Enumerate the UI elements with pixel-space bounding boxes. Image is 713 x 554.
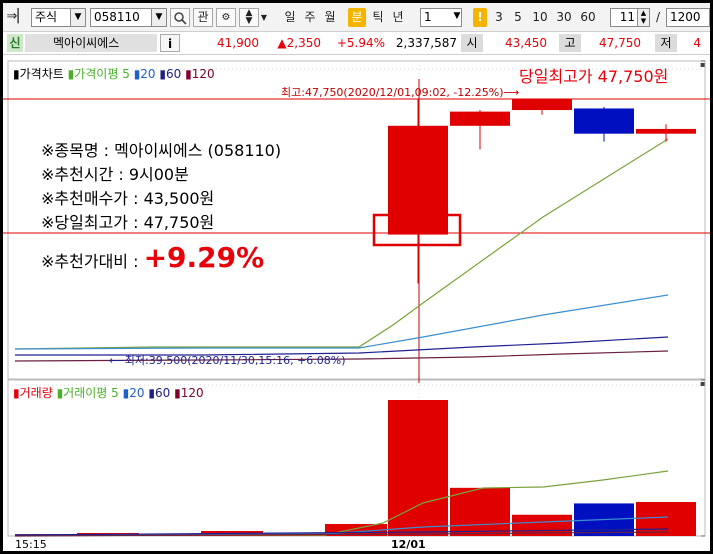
watch-button[interactable]: 관 xyxy=(193,8,213,27)
preset-10[interactable]: 10 xyxy=(531,8,549,27)
ma5-legend: 5 xyxy=(122,67,130,81)
chevron-down-icon[interactable]: ▼ xyxy=(259,8,269,27)
chart-canvas: ▪ ▪ xyxy=(3,60,710,537)
change-percent: +5.94% xyxy=(336,36,385,50)
candle-body xyxy=(512,99,572,111)
toolbar: ⇒▏ 주식 ▼ 058110 ▼ 관 ⚙ ▲ ▼ ▼ 일 주 월 분 틱 년 1 … xyxy=(3,3,710,32)
volume-value: 2,337,587 xyxy=(395,36,457,50)
vol-ma20-legend: 20 xyxy=(129,386,145,400)
volume-bar xyxy=(636,502,696,536)
chart-window: ⇒▏ 주식 ▼ 058110 ▼ 관 ⚙ ▲ ▼ ▼ 일 주 월 분 틱 년 1 … xyxy=(3,3,710,551)
low-value: 4 xyxy=(693,36,701,50)
high-label: 고 xyxy=(559,34,581,52)
period-minute[interactable]: 분 xyxy=(348,8,366,27)
period-year[interactable]: 년 xyxy=(390,8,406,27)
candle-body xyxy=(450,111,510,126)
time-axis-mid: 12/01 xyxy=(391,538,426,551)
info-button[interactable]: i xyxy=(160,34,180,52)
ma60-legend: 60 xyxy=(166,67,182,81)
info-ratio-value: +9.29% xyxy=(143,241,265,274)
open-label: 시 xyxy=(461,34,483,52)
current-price: 41,900 xyxy=(217,36,259,50)
volume-ma-label: 거래이평 xyxy=(63,386,108,400)
info-ratio: ※추천가대비 : +9.29% xyxy=(41,241,264,274)
stock-name: 멕아이씨에스 xyxy=(25,34,157,52)
info-stock-name: ※종목명 : 멕아이씨에스 (058110) xyxy=(41,141,282,160)
vol-ma60-legend: 60 xyxy=(154,386,171,400)
info-buy-price: ※추천매수가 : 43,500원 xyxy=(41,189,215,208)
ma120-legend: 120 xyxy=(191,67,215,81)
separator: / xyxy=(655,10,661,24)
period-day[interactable]: 일 xyxy=(282,8,298,27)
period-month[interactable]: 월 xyxy=(322,8,338,27)
stepper-icon[interactable]: ▲ ▼ xyxy=(637,8,650,27)
info-high-price: ※당일최고가 : 47,750원 xyxy=(41,213,215,232)
info-time: ※추천시간 : 9시00분 xyxy=(41,165,189,184)
ma20-legend: 20 xyxy=(140,67,156,81)
quote-bar: 신 멕아이씨에스 i 41,900 ▲2,350 +5.94% 2,337,58… xyxy=(3,32,710,55)
preset-30[interactable]: 30 xyxy=(555,8,573,27)
headline-text: 당일최고가 47,750원 xyxy=(519,67,669,86)
credit-tag: 신 xyxy=(7,34,23,52)
period-tick[interactable]: 틱 xyxy=(370,8,386,27)
candle-body xyxy=(388,125,448,235)
volume-legend: ▮거래량 ▮거래이평 5 ▮20 ▮60 ▮120 xyxy=(13,386,204,400)
search-icon[interactable] xyxy=(170,8,190,27)
chevron-down-icon[interactable]: ▼ xyxy=(70,8,86,27)
period-week[interactable]: 주 xyxy=(302,8,318,27)
time-axis-left: 15:15 xyxy=(15,538,47,551)
price-chart-title: 가격차트 xyxy=(19,67,64,81)
preset-60[interactable]: 60 xyxy=(579,8,597,27)
chevron-down-icon[interactable]: ▼ xyxy=(449,8,465,27)
info-ratio-label: ※추천가대비 : xyxy=(41,252,139,271)
total-input[interactable]: 1200 xyxy=(666,8,710,27)
preset-5[interactable]: 5 xyxy=(512,8,524,27)
market-select[interactable]: 주식 xyxy=(31,8,73,27)
open-value: 43,450 xyxy=(505,36,547,50)
corner-marker: ▪ xyxy=(700,379,705,388)
max-marker: 최고:47,750(2020/12/01,09:02, -12.25%)⟶ xyxy=(281,86,520,99)
vol-ma120-legend: 120 xyxy=(180,386,204,400)
price-legend: ▮가격차트 ▮가격이평 5 ▮20 ▮60 ▮120 xyxy=(13,67,215,81)
preset-3[interactable]: 3 xyxy=(493,8,505,27)
volume-title: 거래량 xyxy=(19,386,53,400)
min-marker: ⟵최저:39,500(2020/11/30,15:16, +6.08%) xyxy=(109,354,346,367)
low-label: 저 xyxy=(655,34,677,52)
volume-bar xyxy=(450,487,510,536)
code-input[interactable]: 058110 xyxy=(90,8,152,27)
candle-body xyxy=(636,128,696,134)
info-badge[interactable]: ! xyxy=(473,8,487,27)
link-arrow-icon[interactable]: ⇒▏ xyxy=(6,8,28,27)
high-value: 47,750 xyxy=(599,36,641,50)
candle-body xyxy=(574,108,634,134)
corner-marker: ▪ xyxy=(700,60,705,69)
chevron-down-icon[interactable]: ▼ xyxy=(151,8,167,27)
settings-icon[interactable]: ⚙ xyxy=(216,8,236,27)
price-ma-label: 가격이평 xyxy=(74,67,119,81)
price-change: ▲2,350 xyxy=(277,36,321,50)
chart-area: ▪ ▪ ▮가격차트 ▮가격이평 5 ▮20 ▮60 ▮120 당일최고가 47,… xyxy=(3,55,710,551)
up-down-icon[interactable]: ▲ ▼ xyxy=(239,8,259,27)
vol-ma5-legend: 5 xyxy=(111,386,119,400)
